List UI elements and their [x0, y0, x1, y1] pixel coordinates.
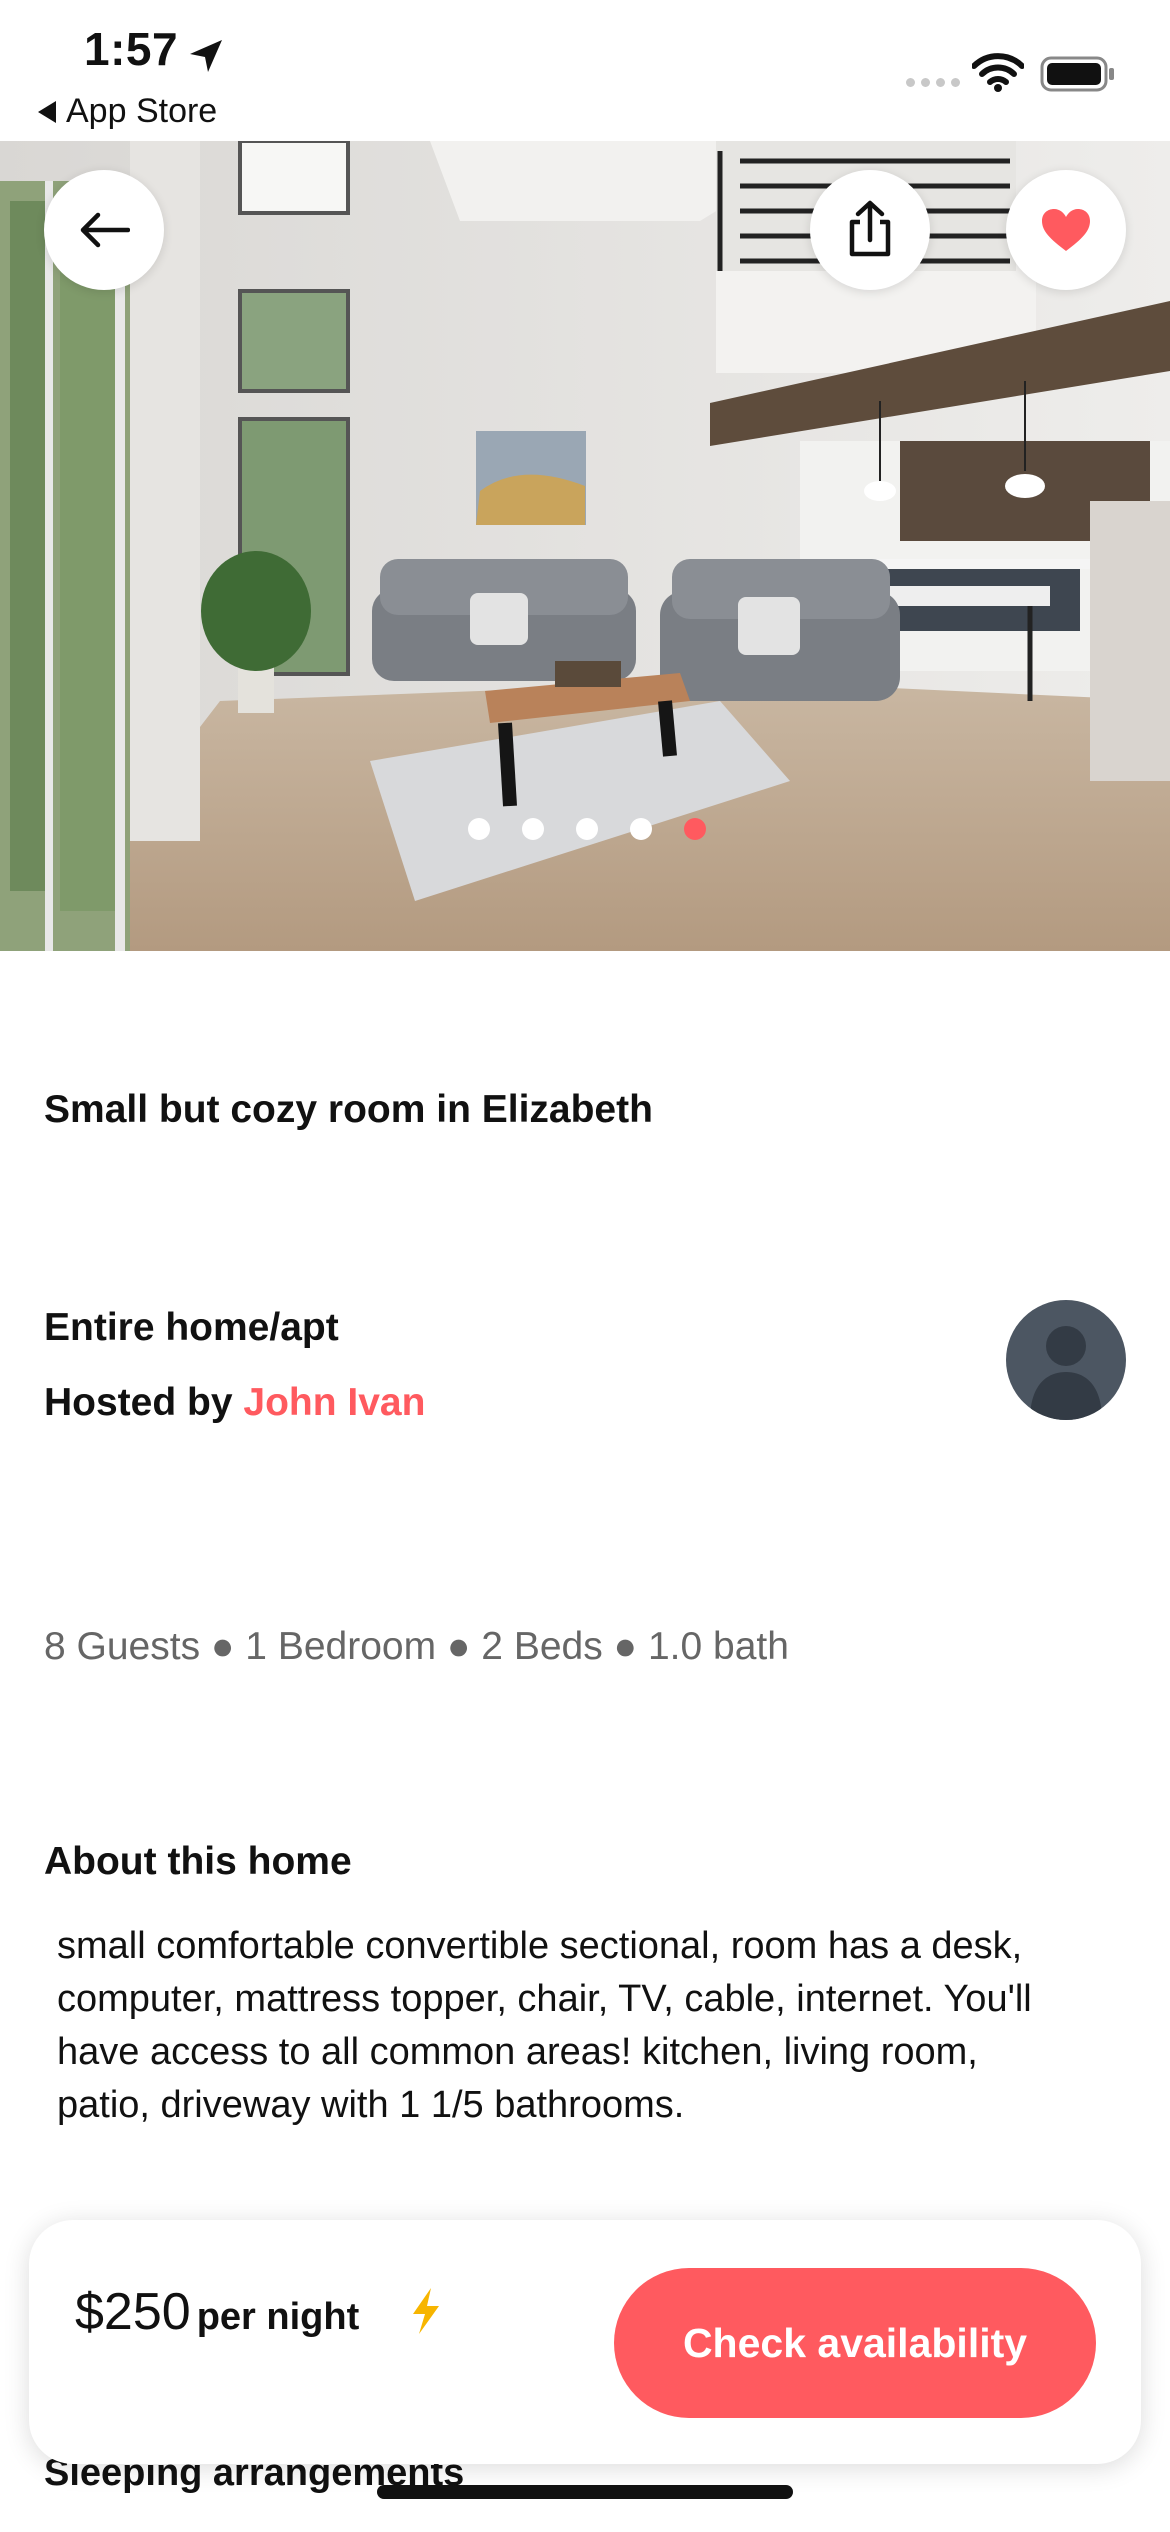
host-name-link[interactable]: John Ivan	[243, 1381, 425, 1424]
price-amount: $250	[75, 2283, 191, 2341]
carousel-dot[interactable]	[522, 818, 544, 840]
carousel-dot-active[interactable]	[684, 818, 706, 840]
carousel-dot[interactable]	[630, 818, 652, 840]
location-arrow-icon	[186, 36, 226, 81]
back-triangle-icon	[38, 100, 56, 123]
room-type: Entire home/apt	[44, 1306, 339, 1349]
share-button[interactable]	[810, 170, 930, 290]
lightning-bolt-icon	[409, 2286, 443, 2341]
per-night-label: per night	[196, 2296, 360, 2338]
favorite-button[interactable]	[1006, 170, 1126, 290]
about-description: small comfortable convertible sectional,…	[57, 1925, 1032, 2126]
hosted-by: Hosted by John Ivan	[44, 1381, 425, 1425]
carousel-indicator	[468, 818, 706, 840]
about-heading: About this home	[44, 1840, 352, 1883]
wifi-icon	[971, 52, 1025, 97]
price: $250 per night	[75, 2282, 359, 2342]
carousel-dot[interactable]	[576, 818, 598, 840]
heart-icon	[1042, 209, 1090, 251]
host-avatar[interactable]	[1006, 1300, 1126, 1420]
cellular-signal-icon	[906, 78, 960, 87]
battery-icon	[1040, 56, 1116, 97]
check-availability-button[interactable]: Check availability	[614, 2268, 1096, 2418]
listing-title: Small but cozy room in Elizabeth	[44, 1088, 653, 1131]
booking-bar: $250 per night Check availability	[29, 2220, 1141, 2464]
home-indicator[interactable]	[377, 2485, 793, 2499]
status-time: 1:57	[84, 23, 179, 75]
back-to-app-store[interactable]: App Store	[38, 92, 217, 131]
back-app-label: App Store	[66, 92, 218, 130]
listing-specs: 8 Guests ● 1 Bedroom ● 2 Beds ● 1.0 bath	[44, 1625, 789, 1668]
share-icon	[849, 200, 891, 257]
back-button[interactable]	[44, 170, 164, 290]
hosted-by-label: Hosted by	[44, 1381, 233, 1424]
person-silhouette-icon	[1030, 1326, 1102, 1420]
arrow-left-icon	[80, 212, 130, 248]
carousel-dot[interactable]	[468, 818, 490, 840]
